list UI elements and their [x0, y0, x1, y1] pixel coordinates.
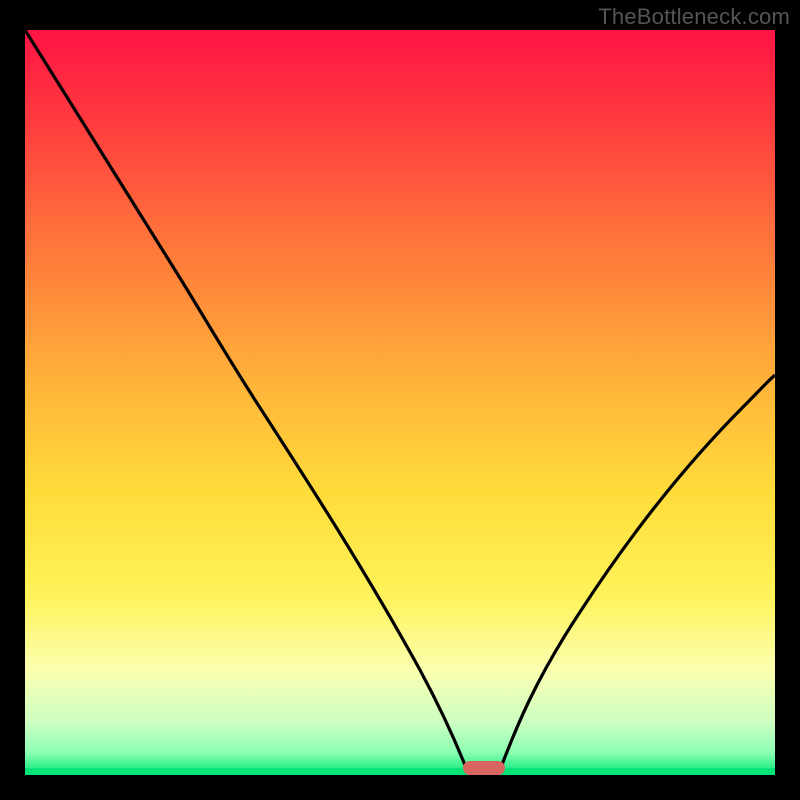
green-band [25, 768, 775, 775]
watermark-text: TheBottleneck.com [598, 4, 790, 30]
chart-svg [25, 30, 775, 775]
plot-area [25, 30, 775, 775]
optimal-zone-marker [463, 761, 505, 775]
chart-frame: TheBottleneck.com [0, 0, 800, 800]
gradient-background [25, 30, 775, 775]
